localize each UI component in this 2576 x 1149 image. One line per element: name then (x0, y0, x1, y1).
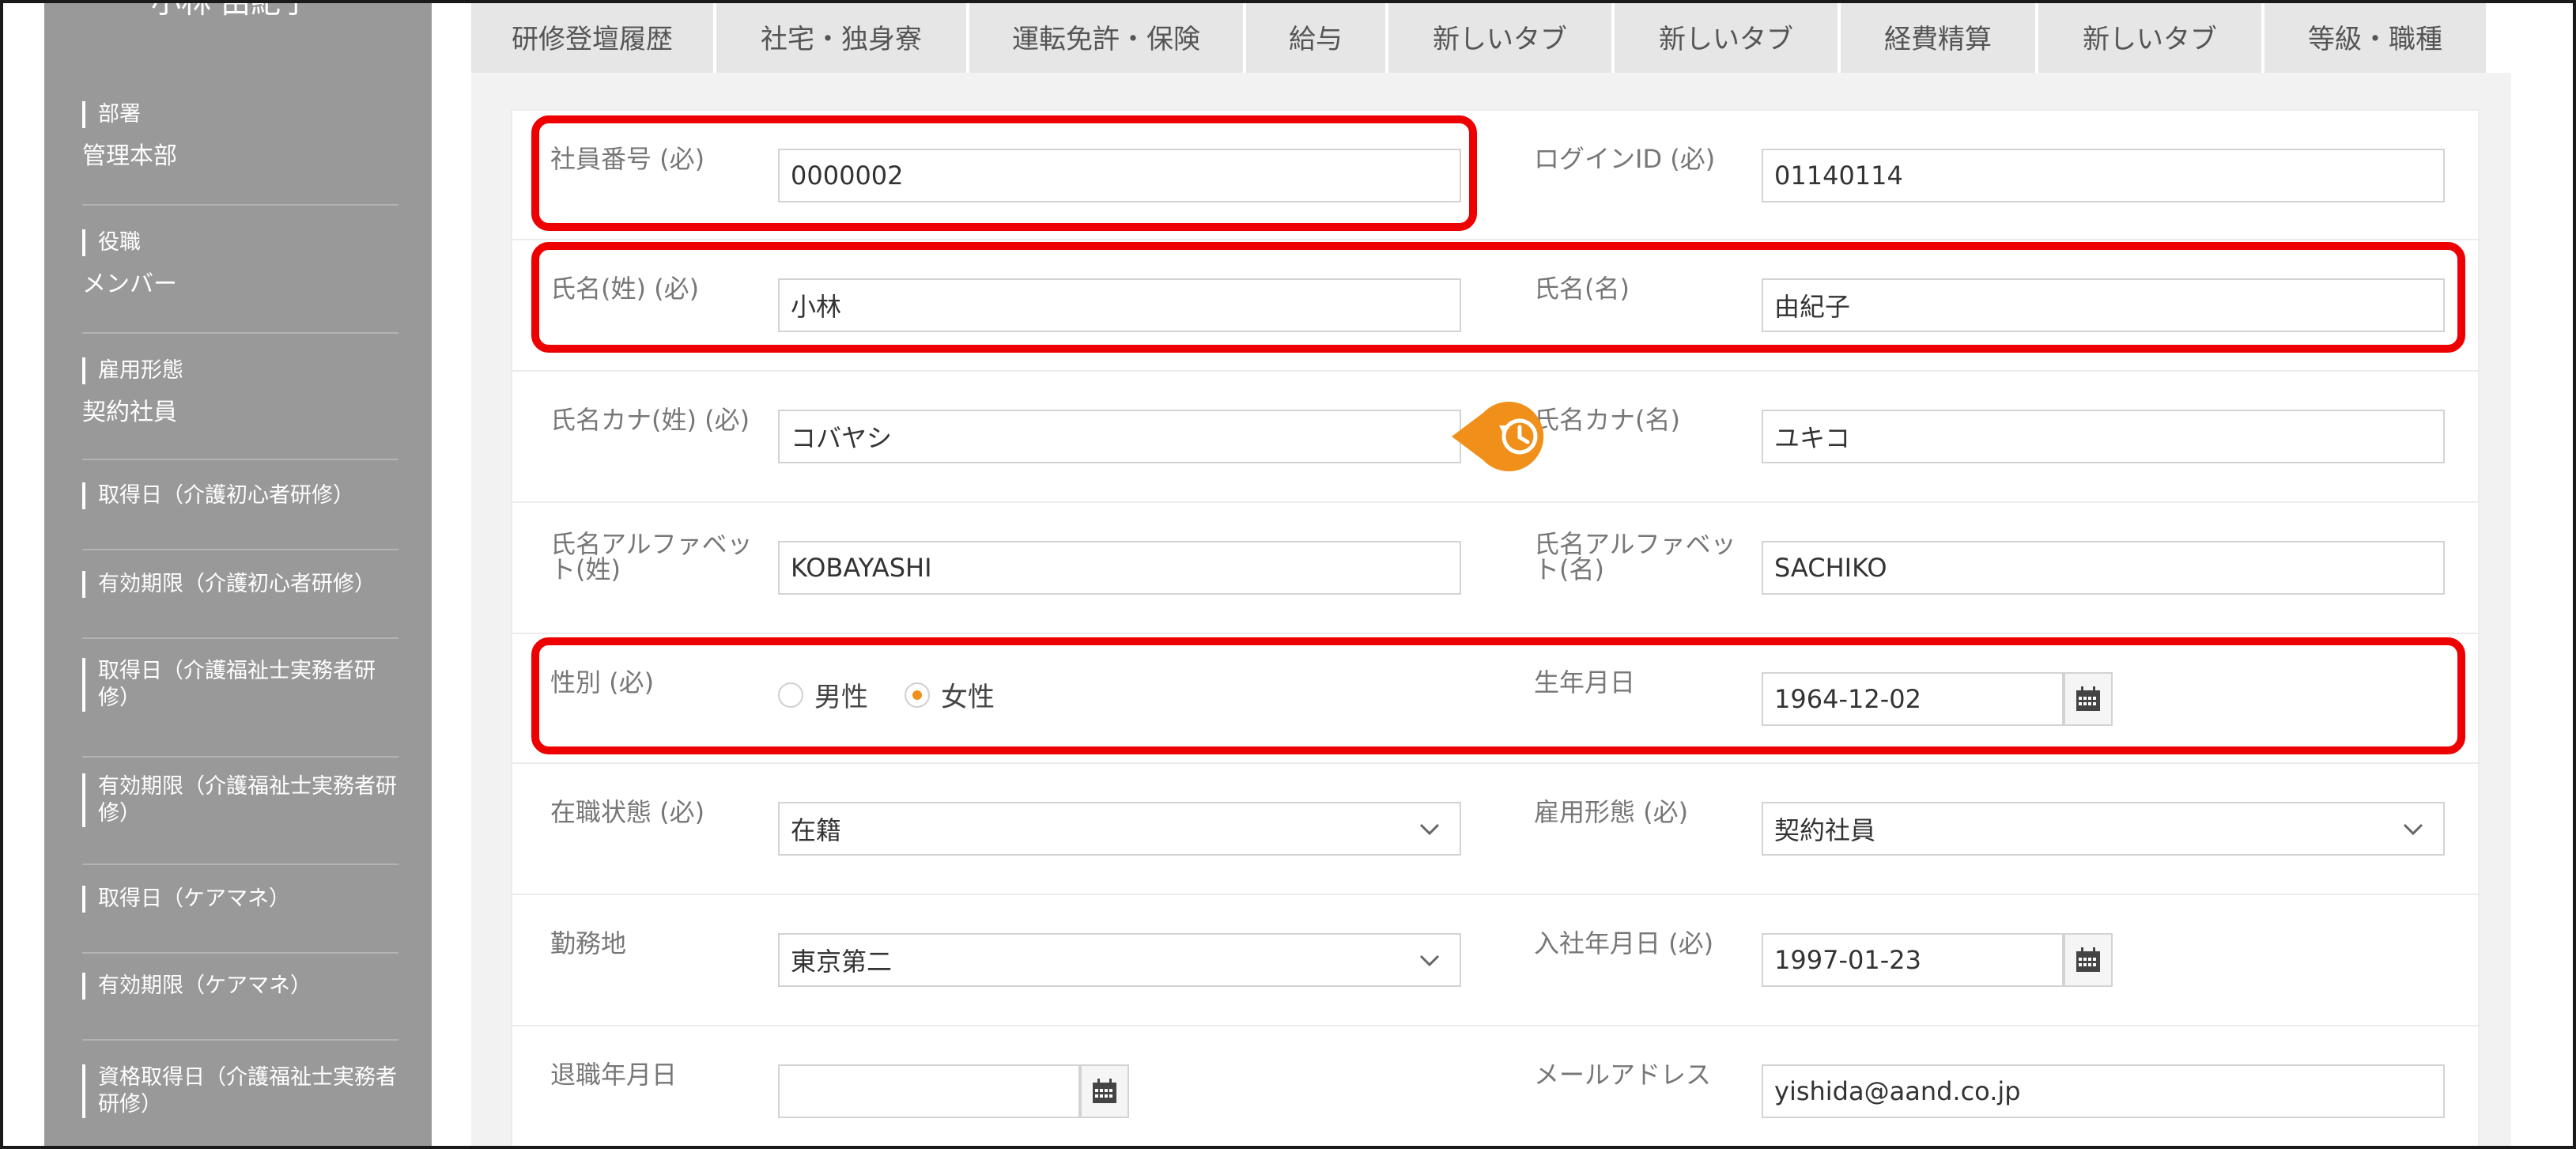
sidebar-item-label: 資格取得日（介護福祉士実務者研修） (82, 1064, 398, 1118)
retire-date-calendar-button[interactable] (1080, 1064, 1129, 1118)
employment-type-select[interactable]: 契約社員 (1762, 802, 2445, 856)
tab-expenses[interactable]: 経費精算 (1841, 0, 2038, 73)
status-select[interactable]: 在籍 (778, 802, 1461, 856)
first-alpha-input[interactable]: SACHIKO (1762, 541, 2445, 595)
radio-selected-dot (912, 690, 922, 700)
sidebar-item-department: 部署 管理本部 (82, 101, 398, 206)
sidebar-item-qualification-date: 資格取得日（介護福祉士実務者研修） (82, 1064, 398, 1149)
last-alpha-label: 氏名アルファベット(姓) (550, 529, 753, 584)
sidebar-item-cert-date-caremanager: 取得日（ケアマネ） (82, 886, 398, 954)
employee-no-input[interactable]: 0000002 (778, 149, 1461, 202)
form-row-1: 社員番号 (必) 0000002 ログインID (必) 01140114 (512, 111, 2481, 240)
sidebar-item-label: 有効期限（介護福祉士実務者研修） (82, 773, 398, 827)
chevron-down-icon (1419, 823, 1440, 836)
history-icon[interactable] (1452, 402, 1554, 471)
sidebar-item-value: メンバー (82, 270, 177, 298)
form-row-5: 性別 (必) 男性 女性 生年月日 1964-12-02 (512, 634, 2481, 764)
sidebar-item-expiry-caremanager: 有効期限（ケアマネ） (82, 973, 398, 1041)
login-id-input[interactable]: 01140114 (1762, 149, 2445, 202)
sidebar-item-expiry-beginner: 有効期限（介護初心者研修） (82, 571, 398, 639)
first-name-label: 氏名(名) (1534, 274, 1630, 304)
calendar-icon (1093, 1079, 1116, 1103)
sidebar-item-label: 有効期限（ケアマネ） (82, 973, 398, 1000)
sidebar-item-label: 雇用形態 (82, 357, 398, 384)
sidebar-item-label: 役職 (82, 229, 398, 256)
chevron-down-icon (2403, 823, 2423, 836)
last-name-label: 氏名(姓) (必) (550, 274, 700, 304)
gender-option-male: 男性 (814, 682, 868, 713)
gender-radio-female[interactable] (905, 682, 930, 708)
form-row-4: 氏名アルファベット(姓) KOBAYASHI 氏名アルファベット(名) SACH… (512, 503, 2481, 634)
sidebar: 小林 由紀子 部署 管理本部 役職 メンバー 雇用形態 契約社員 取得日（介護初… (44, 0, 432, 1149)
first-kana-input[interactable]: ユキコ (1762, 410, 2445, 463)
workplace-select-value: 東京第二 (791, 947, 893, 977)
last-alpha-input[interactable]: KOBAYASHI (778, 541, 1461, 595)
sidebar-item-label: 取得日（ケアマネ） (82, 886, 398, 913)
employee-form: 社員番号 (必) 0000002 ログインID (必) 01140114 氏名(… (511, 109, 2481, 1149)
tab-training-history[interactable]: 研修登壇履歴 (471, 0, 716, 73)
workplace-select[interactable]: 東京第二 (778, 933, 1461, 987)
tab-license-insurance[interactable]: 運転免許・保険 (969, 0, 1246, 73)
join-date-calendar-button[interactable] (2064, 933, 2113, 987)
calendar-icon (2076, 947, 2100, 972)
tab-salary[interactable]: 給与 (1246, 0, 1388, 73)
email-input[interactable]: yishida@aand.co.jp (1762, 1064, 2445, 1118)
sidebar-item-cert-date-practitioner: 取得日（介護福祉士実務者研修） (82, 658, 398, 758)
sidebar-username: 小林 由紀子 (151, 0, 312, 20)
sidebar-item-label: 取得日（介護福祉士実務者研修） (82, 658, 398, 712)
form-row-2: 氏名(姓) (必) 小林 氏名(名) 由紀子 (512, 240, 2481, 372)
gender-radio-group: 男性 女性 (778, 675, 995, 714)
tab-new-2[interactable]: 新しいタブ (1615, 0, 1841, 73)
tab-new-3[interactable]: 新しいタブ (2038, 0, 2264, 73)
last-kana-label: 氏名カナ(姓) (必) (550, 405, 750, 435)
calendar-icon (2076, 686, 2100, 711)
sidebar-item-label: 有効期限（介護初心者研修） (82, 571, 398, 598)
tab-bar: 研修登壇履歴 社宅・独身寮 運転免許・保険 給与 新しいタブ 新しいタブ 経費精… (471, 0, 2511, 73)
tab-grade-job[interactable]: 等級・職種 (2264, 0, 2486, 73)
employment-type-label: 雇用形態 (必) (1534, 797, 1689, 827)
employee-no-label: 社員番号 (必) (550, 144, 705, 174)
retire-date-label: 退職年月日 (550, 1060, 678, 1090)
sidebar-item-position: 役職 メンバー (82, 229, 398, 334)
join-date-input[interactable]: 1997-01-23 (1762, 933, 2064, 987)
tab-new-1[interactable]: 新しいタブ (1388, 0, 1615, 73)
gender-radio-male[interactable] (778, 682, 803, 708)
gender-option-female: 女性 (941, 682, 995, 713)
last-name-input[interactable]: 小林 (778, 278, 1461, 332)
sidebar-item-value: 管理本部 (82, 142, 177, 170)
email-label: メールアドレス (1534, 1060, 1712, 1090)
tab-company-housing[interactable]: 社宅・独身寮 (716, 0, 969, 73)
birthdate-label: 生年月日 (1534, 667, 1636, 697)
status-label: 在職状態 (必) (550, 797, 705, 827)
first-kana-label: 氏名カナ(名) (1534, 405, 1680, 435)
birthdate-input[interactable]: 1964-12-02 (1762, 672, 2064, 726)
last-kana-input[interactable]: コバヤシ (778, 410, 1461, 463)
join-date-label: 入社年月日 (必) (1534, 928, 1714, 958)
first-alpha-label: 氏名アルファベット(名) (1534, 529, 1736, 584)
birthdate-calendar-button[interactable] (2064, 672, 2113, 726)
left-gutter (0, 0, 44, 1149)
main-content: 研修登壇履歴 社宅・独身寮 運転免許・保険 給与 新しいタブ 新しいタブ 経費精… (432, 0, 2573, 1149)
first-name-input[interactable]: 由紀子 (1762, 278, 2445, 332)
retire-date-input[interactable] (778, 1064, 1080, 1118)
workplace-label: 勤務地 (550, 928, 627, 958)
form-row-8: 退職年月日 メールアドレス yishida@aand.co.jp (512, 1026, 2481, 1149)
sidebar-item-employment-type: 雇用形態 契約社員 (82, 357, 398, 460)
sidebar-item-cert-date-beginner: 取得日（介護初心者研修） (82, 482, 398, 550)
chevron-down-icon (1419, 954, 1440, 967)
sidebar-item-label: 取得日（介護初心者研修） (82, 482, 398, 509)
gender-label: 性別 (必) (550, 667, 655, 697)
status-select-value: 在籍 (791, 815, 842, 845)
sidebar-item-value: 契約社員 (82, 399, 177, 426)
form-row-7: 勤務地 東京第二 入社年月日 (必) 1997-01-23 (512, 895, 2481, 1026)
sidebar-item-expiry-practitioner: 有効期限（介護福祉士実務者研修） (82, 773, 398, 865)
sidebar-item-label: 部署 (82, 101, 398, 128)
employment-type-select-value: 契約社員 (1774, 815, 1876, 845)
tab-panel: 社員番号 (必) 0000002 ログインID (必) 01140114 氏名(… (471, 73, 2511, 1149)
form-row-6: 在職状態 (必) 在籍 雇用形態 (必) 契約社員 (512, 764, 2481, 895)
login-id-label: ログインID (必) (1534, 144, 1716, 174)
